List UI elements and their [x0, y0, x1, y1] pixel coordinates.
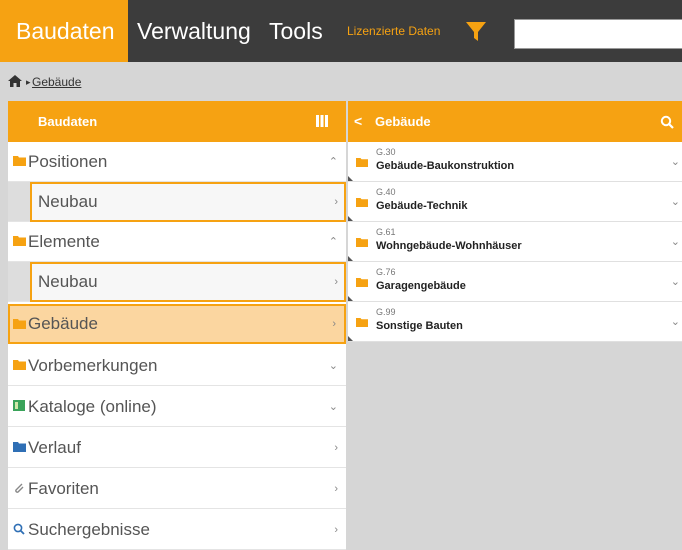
- chevron-right-icon: ›: [334, 524, 338, 536]
- folder-icon: [13, 360, 26, 370]
- chevron-up-icon: ⌃: [328, 156, 338, 168]
- list-item[interactable]: G.99 Sonstige Bauten ⌄: [348, 302, 682, 342]
- panel-header: Baudaten: [8, 101, 346, 142]
- chevron-down-icon: ⌄: [328, 401, 338, 413]
- folder-icon: [356, 238, 368, 247]
- panel-title: Baudaten: [38, 114, 98, 129]
- search-icon: [13, 523, 25, 535]
- licensed-data-link[interactable]: Lizenzierte Daten: [347, 0, 440, 62]
- filter-icon[interactable]: [466, 22, 486, 42]
- tab-baudaten[interactable]: Baudaten: [0, 0, 129, 62]
- breadcrumb: ▸ Gebäude: [0, 62, 682, 101]
- catalog-icon: [13, 400, 25, 411]
- folder-icon: [356, 278, 368, 287]
- tree-item-verlauf[interactable]: Verlauf ›: [8, 428, 346, 468]
- back-chevron-icon[interactable]: <: [354, 113, 362, 129]
- tab-tools[interactable]: Tools: [269, 0, 323, 62]
- chevron-down-icon[interactable]: ⌄: [671, 182, 680, 222]
- tree-item-kataloge[interactable]: Kataloge (online) ⌄: [8, 387, 346, 427]
- content-panel: < Gebäude G.30 Gebäude-Baukonstruktion ⌄…: [348, 101, 682, 549]
- chevron-down-icon[interactable]: ⌄: [671, 262, 680, 302]
- navigation-tree-panel: Baudaten Positionen ⌃ Neubau › Elemente …: [8, 101, 346, 550]
- list-item[interactable]: G.30 Gebäude-Baukonstruktion ⌄: [348, 142, 682, 182]
- chevron-down-icon[interactable]: ⌄: [671, 222, 680, 262]
- chevron-down-icon[interactable]: ⌄: [671, 142, 680, 182]
- folder-icon: [13, 156, 26, 166]
- chevron-right-icon: ›: [332, 318, 336, 330]
- folder-icon: [13, 236, 26, 246]
- list-item[interactable]: G.61 Wohngebäude-Wohnhäuser ⌄: [348, 222, 682, 262]
- folder-icon: [356, 158, 368, 167]
- tree-item-favoriten[interactable]: Favoriten ›: [8, 469, 346, 509]
- tree-item-elemente-neubau[interactable]: Neubau ›: [8, 262, 346, 302]
- tree-item-vorbemerkungen[interactable]: Vorbemerkungen ⌄: [8, 346, 346, 386]
- chevron-right-icon: ›: [334, 442, 338, 454]
- chevron-down-icon: ⌄: [328, 360, 338, 372]
- folder-icon: [356, 198, 368, 207]
- tree-item-elemente[interactable]: Elemente ⌃: [8, 222, 346, 262]
- breadcrumb-item-gebaeude[interactable]: Gebäude: [32, 75, 81, 89]
- chevron-down-icon[interactable]: ⌄: [671, 302, 680, 342]
- breadcrumb-arrow-icon: ▸: [26, 77, 31, 87]
- search-icon[interactable]: [660, 115, 674, 129]
- list-item[interactable]: G.76 Garagengebäude ⌄: [348, 262, 682, 302]
- home-icon[interactable]: [8, 75, 22, 87]
- tree-item-suchergebnisse[interactable]: Suchergebnisse ›: [8, 510, 346, 550]
- chevron-up-icon: ⌃: [328, 236, 338, 248]
- top-navigation-bar: Baudaten Verwaltung Tools Lizenzierte Da…: [0, 0, 682, 62]
- content-panel-title[interactable]: Gebäude: [375, 101, 431, 142]
- tree-item-gebaeude[interactable]: Gebäude ›: [8, 304, 346, 344]
- folder-icon: [13, 442, 26, 452]
- chevron-right-icon: ›: [334, 276, 338, 288]
- list-item[interactable]: G.40 Gebäude-Technik ⌄: [348, 182, 682, 222]
- paperclip-icon: [15, 483, 24, 493]
- chevron-right-icon: ›: [334, 196, 338, 208]
- folder-icon: [13, 319, 26, 329]
- search-input[interactable]: [514, 19, 682, 49]
- folder-icon: [356, 318, 368, 327]
- tab-verwaltung[interactable]: Verwaltung: [137, 0, 251, 62]
- tree-item-positionen-neubau[interactable]: Neubau ›: [8, 182, 346, 222]
- content-panel-header: < Gebäude: [348, 101, 682, 142]
- columns-icon[interactable]: [316, 115, 328, 127]
- tree-item-positionen[interactable]: Positionen ⌃: [8, 142, 346, 182]
- chevron-right-icon: ›: [334, 483, 338, 495]
